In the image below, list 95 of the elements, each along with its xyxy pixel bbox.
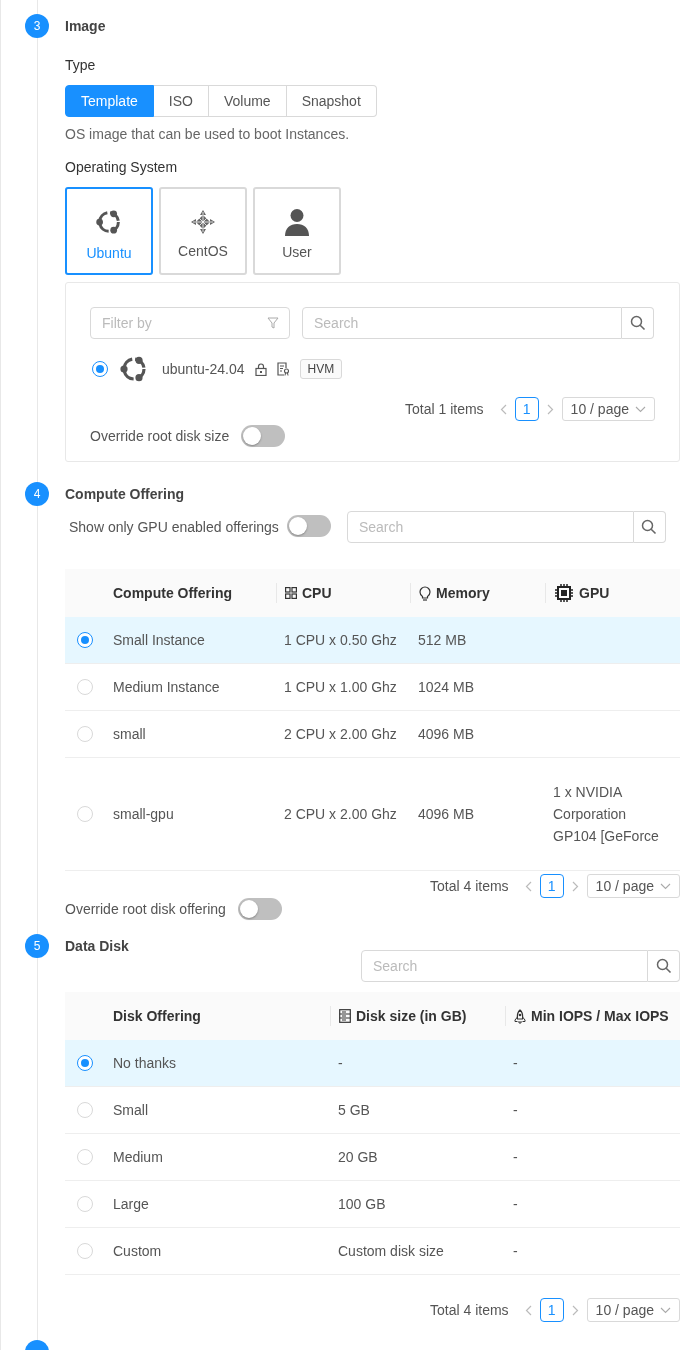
column-header: Min IOPS / Max IOPS <box>531 1008 669 1024</box>
section-title: Image <box>65 17 107 35</box>
grid-icon <box>285 587 297 599</box>
chevron-down-icon <box>635 405 646 413</box>
toggle-label: Override root disk size <box>90 428 230 444</box>
search-button[interactable] <box>633 511 666 543</box>
radio-button[interactable] <box>77 632 93 648</box>
type-label: Type <box>65 56 97 75</box>
chip-icon <box>554 583 574 603</box>
table-cell: - <box>513 1243 518 1259</box>
table-cell: - <box>513 1102 518 1118</box>
radio-button[interactable] <box>77 1055 93 1071</box>
override-disk-offering-toggle[interactable] <box>237 898 282 920</box>
hint-text: OS image that can be used to boot Instances. <box>65 125 351 143</box>
gpu-only-toggle[interactable] <box>286 514 331 537</box>
next-page-icon[interactable] <box>546 403 554 415</box>
table-cell: Custom disk size <box>338 1243 444 1259</box>
total-items-text: Total 4 items <box>430 878 509 894</box>
table-cell: small-gpu <box>113 806 174 822</box>
filter-select[interactable]: Filter by <box>90 307 290 339</box>
table-cell: 5 GB <box>338 1102 370 1118</box>
table-cell: - <box>338 1055 343 1071</box>
next-page-icon[interactable] <box>571 880 579 892</box>
hvm-tag: HVM <box>299 359 343 379</box>
step-number-badge: 3 <box>25 14 49 38</box>
user-icon <box>284 207 310 236</box>
search-icon <box>629 315 646 331</box>
section-title: Compute Offering <box>65 485 185 503</box>
search-field[interactable]: Search <box>346 511 634 543</box>
column-header: Disk Offering <box>113 1008 201 1024</box>
table-cell: - <box>513 1149 518 1165</box>
table-cell: - <box>513 1055 518 1071</box>
type-tab[interactable]: Volume <box>208 85 287 117</box>
override-disk-size-toggle[interactable] <box>241 425 286 447</box>
table-cell: 512 MB <box>418 632 467 648</box>
bulb-icon <box>419 585 431 601</box>
total-items-text: Total 4 items <box>430 1302 509 1318</box>
table-cell: Small <box>113 1102 148 1118</box>
table-cell: 1 CPU x 0.50 Ghz <box>284 632 397 648</box>
os-label: Operating System <box>65 158 179 177</box>
section-title: Data Disk <box>65 937 130 955</box>
table-cell: Medium <box>113 1149 163 1165</box>
table-cell: 4096 MB <box>418 806 475 822</box>
step-number-badge: 4 <box>25 482 49 506</box>
table-cell: 2 CPU x 2.00 Ghz <box>284 806 397 822</box>
search-field[interactable]: Search <box>361 950 648 982</box>
certificate-icon <box>276 362 290 376</box>
page-size-select[interactable]: 10 / page <box>561 397 655 421</box>
table-cell: Large <box>113 1196 149 1212</box>
previous-page-icon[interactable] <box>524 1304 532 1316</box>
toggle-label: Show only GPU enabled offerings <box>69 519 279 535</box>
table-cell: Medium Instance <box>113 679 220 695</box>
table-cell: - <box>513 1196 518 1212</box>
os-option-card[interactable]: CentOS <box>159 187 247 275</box>
lock-icon <box>254 362 267 376</box>
search-icon <box>655 958 672 974</box>
column-header: Disk size (in GB) <box>356 1008 467 1024</box>
page-size-select[interactable]: 10 / page <box>586 1298 680 1322</box>
column-header: CPU <box>302 585 332 601</box>
previous-page-icon[interactable] <box>524 880 532 892</box>
previous-page-icon[interactable] <box>499 403 507 415</box>
search-button[interactable] <box>648 950 680 982</box>
toggle-label: Override root disk offering <box>65 901 226 917</box>
table-cell: No thanks <box>113 1055 177 1071</box>
table-cell: small <box>113 726 146 742</box>
chevron-down-icon <box>660 1306 671 1314</box>
next-page-icon[interactable] <box>571 1304 579 1316</box>
table-cell: 20 GB <box>338 1149 378 1165</box>
table-cell: 2 CPU x 2.00 Ghz <box>284 726 397 742</box>
search-field[interactable]: Search <box>302 307 622 339</box>
os-option-card[interactable]: User <box>253 187 341 275</box>
table-cell: 1 x NVIDIA Corporation GP104 [GeForce <box>553 784 659 844</box>
search-icon <box>641 519 658 535</box>
chevron-down-icon <box>660 882 671 890</box>
filter-icon <box>267 317 279 329</box>
step-number-badge: 5 <box>25 934 49 958</box>
radio-button[interactable] <box>92 361 108 377</box>
search-button[interactable] <box>622 307 654 339</box>
type-tab[interactable]: ISO <box>153 85 209 117</box>
type-tab[interactable]: Snapshot <box>286 85 377 117</box>
column-header: Compute Offering <box>113 585 232 601</box>
table-cell: 1024 MB <box>418 679 475 695</box>
table-cell: Small Instance <box>113 632 205 648</box>
rocket-icon <box>514 1008 526 1024</box>
template-name: ubuntu-24.04 <box>162 361 245 377</box>
table-cell: 1 CPU x 1.00 Ghz <box>284 679 397 695</box>
table-cell: 100 GB <box>338 1196 386 1212</box>
disk-icon <box>339 1009 351 1023</box>
column-header: Memory <box>436 585 490 601</box>
column-header: GPU <box>579 585 610 601</box>
centos-logo-icon <box>190 208 216 235</box>
page-size-select[interactable]: 10 / page <box>586 874 680 898</box>
total-items-text: Total 1 items <box>405 401 484 417</box>
table-cell: Custom <box>113 1243 162 1259</box>
table-cell: 4096 MB <box>418 726 475 742</box>
